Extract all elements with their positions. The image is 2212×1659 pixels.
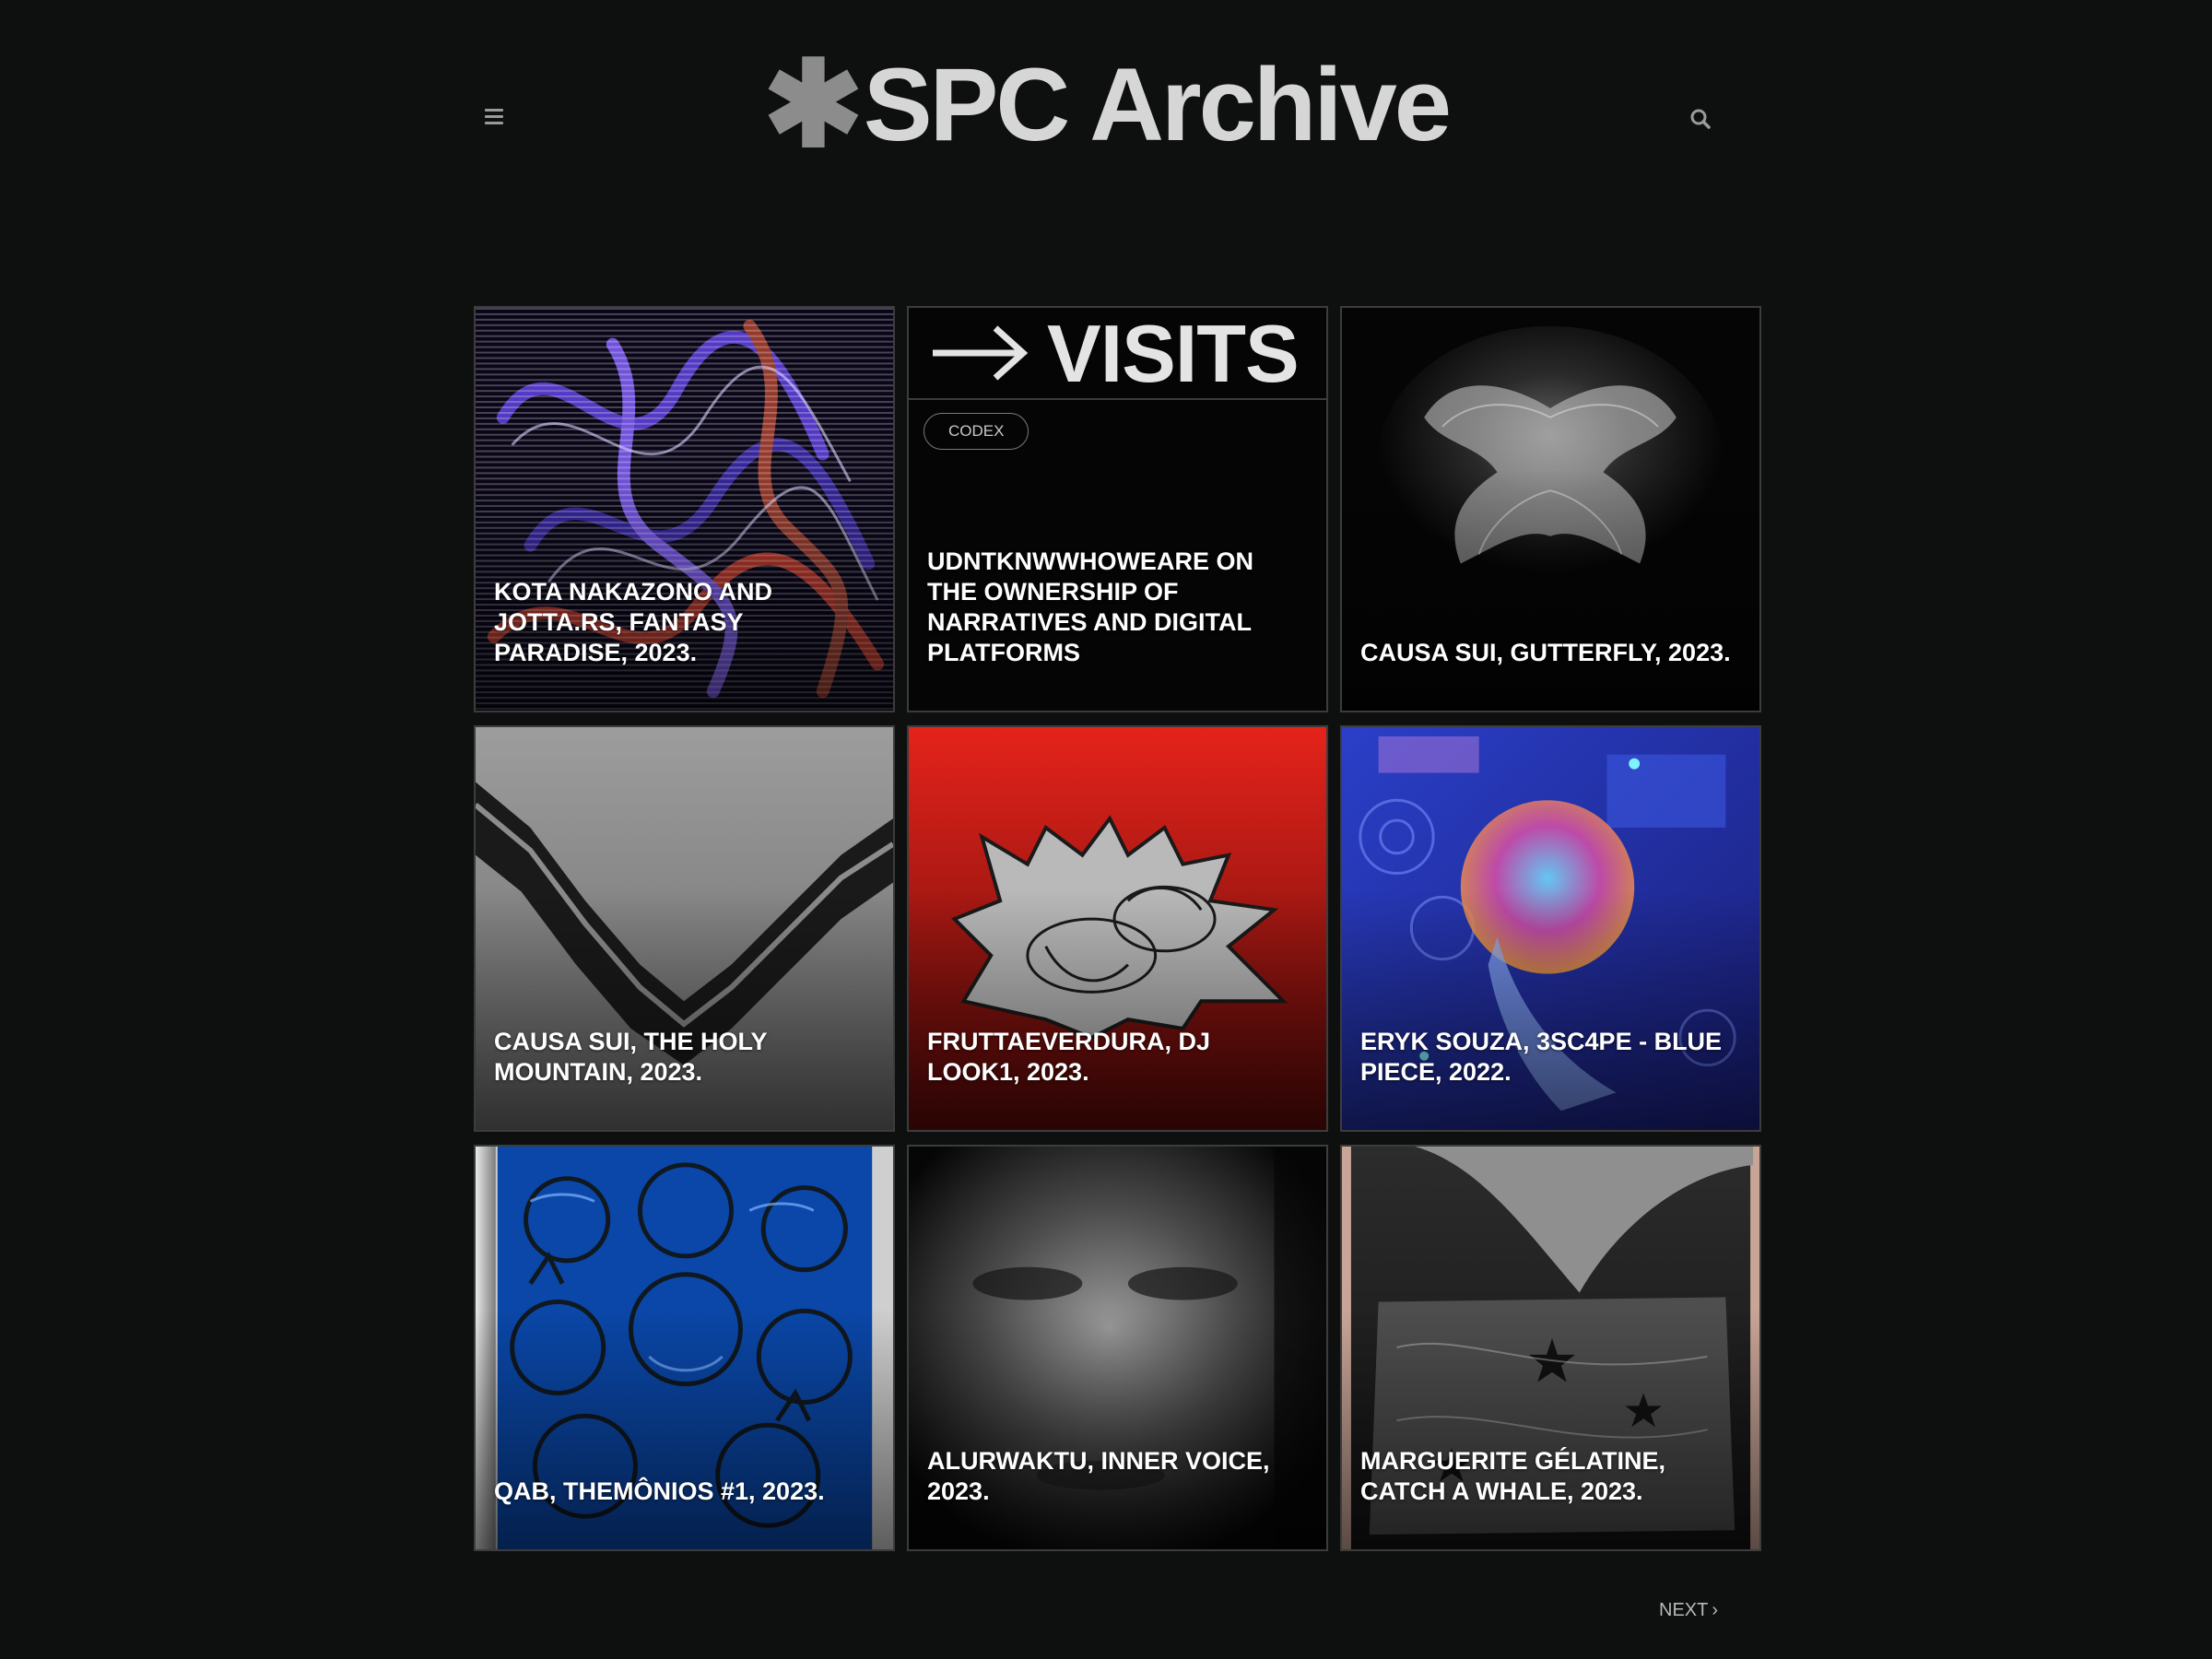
card-shade xyxy=(1342,888,1759,1130)
card-caption: CAUSA SUI, GUTTERFLY, 2023. xyxy=(1360,639,1731,666)
card-caption: ERYK SOUZA, 3SC4PE - BLUE PIECE, 2022. xyxy=(1360,1028,1723,1086)
category-tag[interactable]: CODEX xyxy=(924,413,1030,450)
card-caption: QAB, THEMÔNIOS #1, 2023. xyxy=(494,1477,825,1505)
asterisk-logo-mark: ✱ xyxy=(762,37,864,171)
archive-card[interactable]: ERYK SOUZA, 3SC4PE - BLUE PIECE, 2022. xyxy=(1340,725,1761,1132)
card-caption: MARGUERITE GÉLATINE, CATCH A WHALE, 2023… xyxy=(1360,1447,1666,1505)
archive-card[interactable]: FRUTTAEVERDURA, DJ LOOK1, 2023. xyxy=(907,725,1328,1132)
archive-card[interactable]: CAUSA SUI, THE HOLY MOUNTAIN, 2023. xyxy=(474,725,895,1132)
archive-card[interactable]: MARGUERITE GÉLATINE, CATCH A WHALE, 2023… xyxy=(1340,1145,1761,1551)
hamburger-menu-icon[interactable] xyxy=(481,105,509,133)
site-header: ✱SPC Archive xyxy=(0,0,2212,184)
archive-card[interactable]: KOTA NAKAZONO AND JOTTA.RS, FANTASY PARA… xyxy=(474,306,895,712)
card-shade xyxy=(476,1307,893,1549)
arrow-right-icon xyxy=(933,325,1029,381)
chevron-right-icon: › xyxy=(1712,1600,1719,1620)
site-logo[interactable]: ✱SPC Archive xyxy=(737,44,1475,164)
archive-card[interactable]: QAB, THEMÔNIOS #1, 2023. xyxy=(474,1145,895,1551)
card-caption: CAUSA SUI, THE HOLY MOUNTAIN, 2023. xyxy=(494,1028,768,1086)
card-caption: KOTA NAKAZONO AND JOTTA.RS, FANTASY PARA… xyxy=(494,578,772,666)
next-page-link[interactable]: NEXT › xyxy=(1659,1600,1718,1621)
card-caption: ALURWAKTU, INNER VOICE, 2023. xyxy=(927,1447,1270,1505)
card-shade xyxy=(1342,468,1759,711)
card-shade xyxy=(909,888,1326,1130)
card-shade xyxy=(1342,1307,1759,1549)
card-shade xyxy=(476,888,893,1130)
site-title: SPC Archive xyxy=(863,47,1452,162)
card-caption: FRUTTAEVERDURA, DJ LOOK1, 2023. xyxy=(927,1028,1211,1086)
search-icon[interactable] xyxy=(1687,105,1714,133)
card-shade xyxy=(909,1307,1326,1549)
archive-card[interactable]: ALURWAKTU, INNER VOICE, 2023. xyxy=(907,1145,1328,1551)
visits-card[interactable]: VISITS CODEX UDNTKNWWHOWEARE ON THE OWNE… xyxy=(907,306,1328,712)
card-caption: UDNTKNWWHOWEARE ON THE OWNERSHIP OF NARR… xyxy=(927,547,1253,666)
archive-card[interactable]: CAUSA SUI, GUTTERFLY, 2023. xyxy=(1340,306,1761,712)
visits-heading: VISITS xyxy=(1047,308,1300,399)
visits-header: VISITS xyxy=(909,308,1326,400)
next-label: NEXT xyxy=(1659,1600,1709,1620)
